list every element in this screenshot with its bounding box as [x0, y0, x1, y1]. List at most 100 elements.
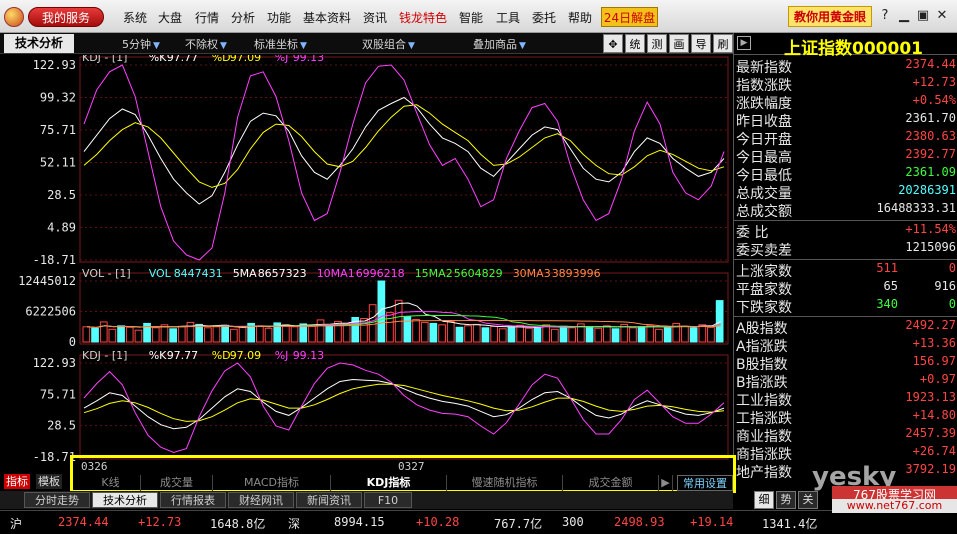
- y-tick-label: 28.5: [47, 188, 76, 202]
- restore-icon[interactable]: ▣: [915, 8, 931, 24]
- kdj-line-d: [83, 104, 725, 188]
- menu-order[interactable]: 委托: [532, 9, 556, 26]
- menu-basic-info[interactable]: 基本资料: [303, 9, 351, 26]
- tab-news[interactable]: 新闻资讯: [296, 492, 362, 508]
- kdj-line-j: [83, 362, 725, 454]
- app-logo-icon[interactable]: [4, 7, 24, 27]
- volume-bar: [507, 326, 516, 343]
- menu-market[interactable]: 大盘: [158, 9, 182, 26]
- minimize-icon[interactable]: ▁: [896, 8, 912, 24]
- info-label: 昨日收盘: [736, 114, 792, 130]
- volume-bar: [412, 319, 420, 343]
- tab-volume[interactable]: 成交量: [141, 475, 213, 491]
- watermark-site: www.net767.com: [832, 499, 957, 513]
- menu-analysis[interactable]: 分析: [231, 9, 255, 26]
- help-icon[interactable]: ?: [877, 8, 893, 24]
- combo-select[interactable]: 双股组合 ▼: [362, 36, 415, 52]
- legend-name: %K: [149, 349, 167, 362]
- info-count: 65: [883, 279, 898, 293]
- tab-detail[interactable]: 细: [754, 491, 774, 509]
- period-select[interactable]: 5分钟 ▼: [122, 36, 160, 52]
- y-tick-label: 122.93: [33, 356, 76, 370]
- sh-index: 2374.44: [58, 515, 109, 529]
- menu-tools[interactable]: 工具: [496, 9, 520, 26]
- hs300-index: 2498.93: [614, 515, 665, 529]
- panel-toggle-icon[interactable]: ▶: [737, 36, 751, 50]
- tab-intraday[interactable]: 分时走势: [24, 492, 90, 508]
- template-tag[interactable]: 模板: [36, 474, 62, 489]
- menu-qianlong-special[interactable]: 钱龙特色: [399, 9, 447, 26]
- info-value: +0.54%: [912, 93, 956, 107]
- y-tick-label: 28.5: [47, 419, 76, 433]
- volume-bar: [342, 322, 351, 343]
- measure-button[interactable]: 测: [647, 34, 667, 53]
- scroll-right-icon[interactable]: ▶: [659, 475, 673, 491]
- info-value: 916: [934, 279, 956, 293]
- menu-functions[interactable]: 功能: [267, 9, 291, 26]
- tab-turnover[interactable]: 成交金额: [563, 475, 659, 491]
- tab-macd[interactable]: MACD指标: [213, 475, 331, 491]
- info-label: 委买卖差: [736, 243, 792, 259]
- legend-value: 3893996: [552, 267, 601, 280]
- stats-button[interactable]: 统: [625, 34, 645, 53]
- volume-bar: [455, 326, 464, 343]
- menu-smart[interactable]: 智能: [459, 9, 483, 26]
- volume-bar: [559, 325, 568, 343]
- volume-bar: [689, 327, 698, 343]
- volume-bar: [177, 325, 186, 343]
- tab-kline[interactable]: K线: [81, 475, 141, 491]
- axis-select[interactable]: 标准坐标 ▼: [254, 36, 307, 52]
- export-button[interactable]: 导: [691, 34, 711, 53]
- info-value: +0.97: [919, 372, 956, 386]
- tab-slow-stochastic[interactable]: 慢速随机指标: [447, 475, 563, 491]
- kdj-line-d: [83, 383, 725, 422]
- legend-value: 99.13: [293, 55, 325, 64]
- indicator-tag[interactable]: 指标: [4, 474, 30, 489]
- adjust-select[interactable]: 不除权 ▼: [185, 36, 227, 52]
- volume-bar: [637, 326, 646, 343]
- tab-finance-news[interactable]: 财经网讯: [228, 492, 294, 508]
- menu-bar: 我的服务 系统 大盘 行情 分析 功能 基本资料 资讯 钱龙特色 智能 工具 委…: [0, 0, 957, 33]
- info-value: 2361.09: [905, 165, 956, 179]
- divider: [734, 316, 957, 317]
- info-label: 商指涨跌: [736, 447, 792, 463]
- volume-bar: [707, 326, 715, 343]
- chart-area[interactable]: 122.93 99.32 75.71 52.11 28.5 4.89 -18.71 KDJ -…: [0, 55, 733, 462]
- volume-bar: [91, 327, 99, 343]
- overlay-select[interactable]: 叠加商品 ▼: [473, 36, 526, 52]
- info-label: 委 比: [736, 225, 769, 241]
- menu-news[interactable]: 资讯: [363, 9, 387, 26]
- tab-kdj[interactable]: KDJ指标: [331, 475, 447, 491]
- volume-bar: [585, 326, 594, 343]
- sh-amount: 1648.8亿: [210, 517, 266, 531]
- crosshair-button[interactable]: ✥: [603, 34, 623, 53]
- info-label: 下跌家数: [736, 300, 792, 316]
- refresh-button[interactable]: 刷: [713, 34, 733, 53]
- my-service-button[interactable]: 我的服务: [28, 7, 104, 27]
- y-tick-label: 4.89: [47, 221, 76, 235]
- common-settings-button[interactable]: 常用设置: [677, 475, 733, 491]
- legend-name: %D: [212, 349, 231, 362]
- volume-bar: [169, 328, 178, 343]
- volume-bar: [108, 328, 117, 343]
- close-icon[interactable]: ✕: [934, 8, 950, 24]
- tab-technical-analysis[interactable]: 技术分析: [4, 34, 74, 53]
- sz-change: +10.28: [416, 515, 460, 529]
- tab-tech-analysis[interactable]: 技术分析: [92, 492, 158, 508]
- volume-bar: [629, 327, 637, 343]
- volume-bar: [646, 324, 655, 343]
- menu-system[interactable]: 系统: [123, 9, 147, 26]
- tab-quote-table[interactable]: 行情报表: [160, 492, 226, 508]
- legend-value: 97.09: [230, 55, 262, 64]
- menu-quotes[interactable]: 行情: [195, 9, 219, 26]
- info-label: 工指涨跌: [736, 411, 792, 427]
- menu-help[interactable]: 帮助: [568, 9, 592, 26]
- tab-f10[interactable]: F10: [364, 492, 412, 508]
- index-info-panel: ▶ 上证指数000001 最新指数 2374.44 指数涨跌 +12.73 涨跌幅度 +0…: [733, 33, 957, 488]
- sh-change: +12.73: [138, 515, 182, 529]
- draw-button[interactable]: 画: [669, 34, 689, 53]
- promo-button[interactable]: 24日解盘: [601, 7, 658, 27]
- tab-trend[interactable]: 势: [776, 491, 796, 509]
- info-row: 总成交量 20286391: [736, 183, 956, 202]
- gold-eye-button[interactable]: 教你用黄金眼: [788, 6, 872, 27]
